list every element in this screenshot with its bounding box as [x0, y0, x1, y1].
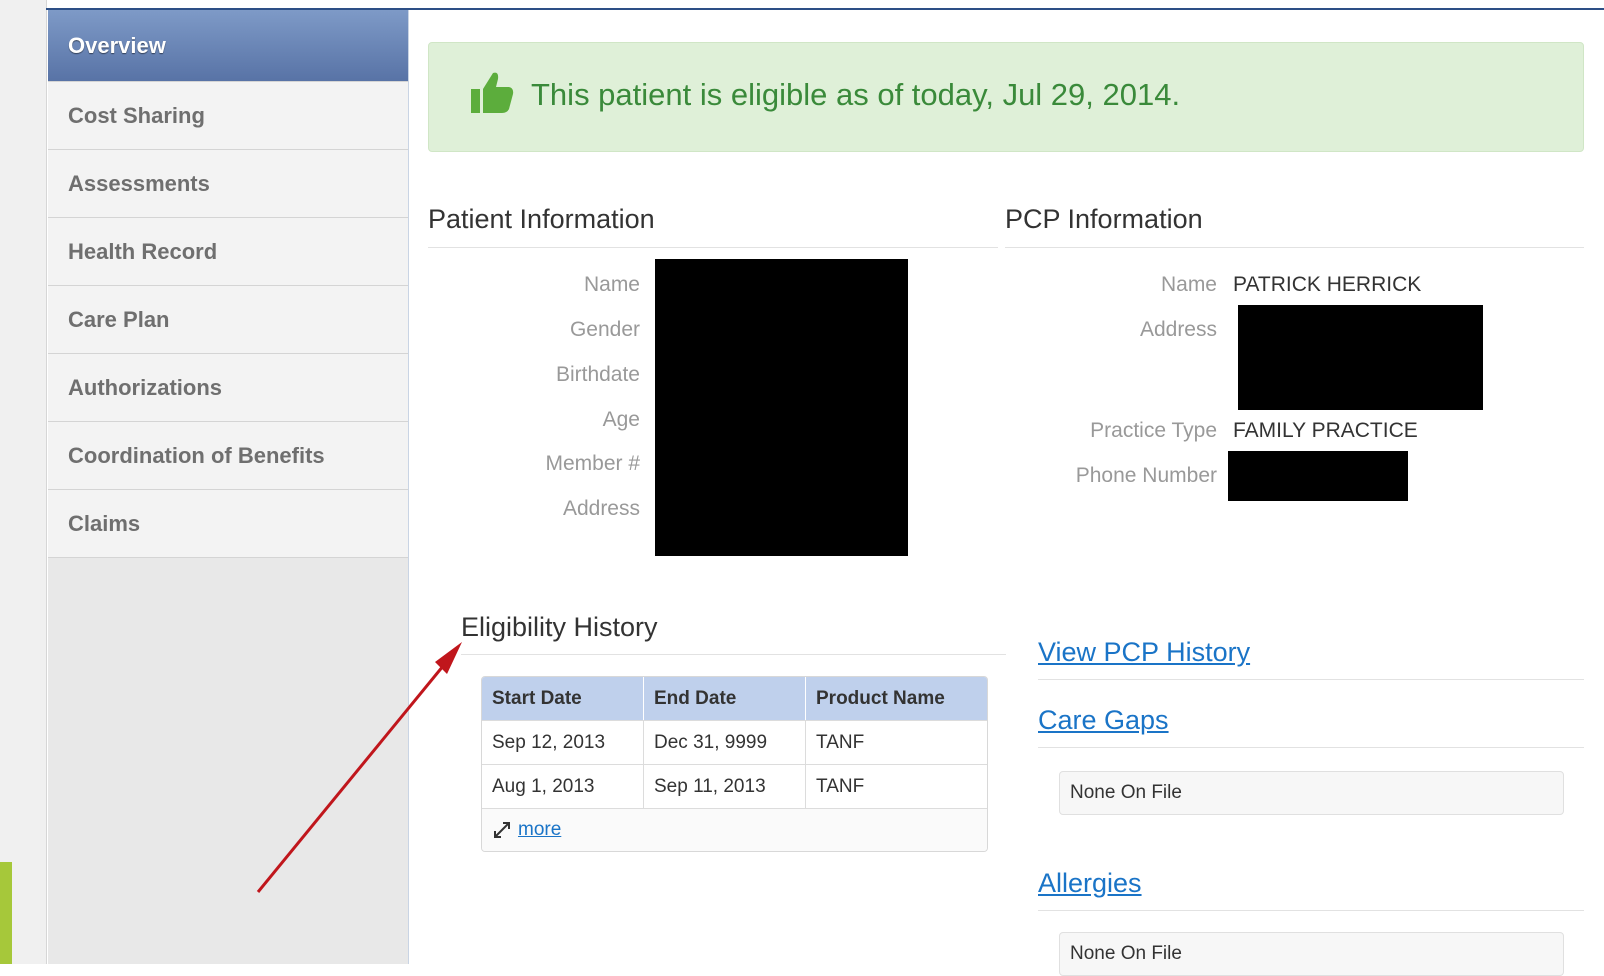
start-date-cell: Sep 12, 2013 [482, 721, 644, 764]
patient-info-title: Patient Information [428, 204, 655, 234]
patient-name-label: Name [583, 273, 640, 296]
sidebar-item-cost-sharing[interactable]: Cost Sharing [48, 82, 408, 150]
sidebar-item-claims[interactable]: Claims [48, 490, 408, 558]
sidebar-item-care-plan[interactable]: Care Plan [48, 286, 408, 354]
patient-gender-label: Gender [569, 318, 640, 341]
care-gaps-link[interactable]: Care Gaps [1038, 705, 1169, 736]
redacted-pcp-phone [1228, 451, 1408, 501]
pcp-info-title: PCP Information [1005, 204, 1203, 234]
care-gaps-value: None On File [1059, 771, 1564, 815]
end-date-cell: Dec 31, 9999 [644, 721, 806, 764]
eligibility-history-table: Start Date End Date Product Name Sep 12,… [481, 676, 988, 852]
sidebar-item-assessments[interactable]: Assessments [48, 150, 408, 218]
sidebar: Overview Cost Sharing Assessments Health… [48, 10, 409, 964]
end-date-cell: Sep 11, 2013 [644, 765, 806, 808]
more-link[interactable]: more [518, 819, 561, 841]
pcp-name-label: Name [1160, 273, 1217, 296]
patient-birthdate-label: Birthdate [555, 363, 640, 386]
table-header: Start Date End Date Product Name [482, 677, 987, 720]
green-edge-tab [0, 862, 12, 964]
table-footer: more [482, 808, 987, 851]
pcp-practice-type-label: Practice Type [1090, 419, 1217, 442]
patient-member-label: Member # [545, 452, 640, 475]
allergies-value: None On File [1059, 932, 1564, 976]
eligibility-history-title: Eligibility History [461, 612, 658, 642]
allergies-link[interactable]: Allergies [1038, 868, 1142, 899]
care-gaps-divider [1038, 747, 1584, 748]
allergies-divider [1038, 910, 1584, 911]
start-date-cell: Aug 1, 2013 [482, 765, 644, 808]
view-pcp-history-link[interactable]: View PCP History [1038, 637, 1250, 668]
eligibility-banner: This patient is eligible as of today, Ju… [428, 42, 1584, 152]
column-header-product-name[interactable]: Product Name [806, 677, 987, 720]
pcp-history-divider [1038, 679, 1584, 680]
eligibility-history-divider [461, 654, 1006, 655]
column-header-start-date[interactable]: Start Date [482, 677, 644, 720]
sidebar-item-overview[interactable]: Overview [48, 10, 408, 82]
pcp-practice-type-value: FAMILY PRACTICE [1233, 419, 1418, 442]
expand-icon[interactable] [492, 820, 512, 840]
patient-age-label: Age [602, 408, 640, 431]
sidebar-item-authorizations[interactable]: Authorizations [48, 354, 408, 422]
patient-info-divider [428, 247, 998, 248]
patient-address-label: Address [562, 497, 640, 520]
sidebar-item-coordination-of-benefits[interactable]: Coordination of Benefits [48, 422, 408, 490]
product-name-cell: TANF [816, 776, 865, 797]
pcp-name-value: PATRICK HERRICK [1233, 273, 1422, 296]
pcp-address-label: Address [1139, 318, 1217, 341]
product-name-cell: TANF [816, 732, 865, 753]
table-row: Aug 1, 2013 Sep 11, 2013 TANF [482, 764, 987, 808]
redacted-pcp-address [1238, 305, 1483, 410]
thumbs-up-icon [471, 72, 514, 113]
pcp-phone-label: Phone Number [1075, 464, 1217, 487]
eligibility-message: This patient is eligible as of today, Ju… [531, 77, 1181, 112]
pcp-info-divider [1005, 247, 1584, 248]
table-row: Sep 12, 2013 Dec 31, 9999 TANF [482, 720, 987, 764]
redacted-patient-details [655, 259, 908, 556]
left-frame-strip [0, 0, 47, 964]
sidebar-item-health-record[interactable]: Health Record [48, 218, 408, 286]
column-header-end-date[interactable]: End Date [644, 677, 806, 720]
